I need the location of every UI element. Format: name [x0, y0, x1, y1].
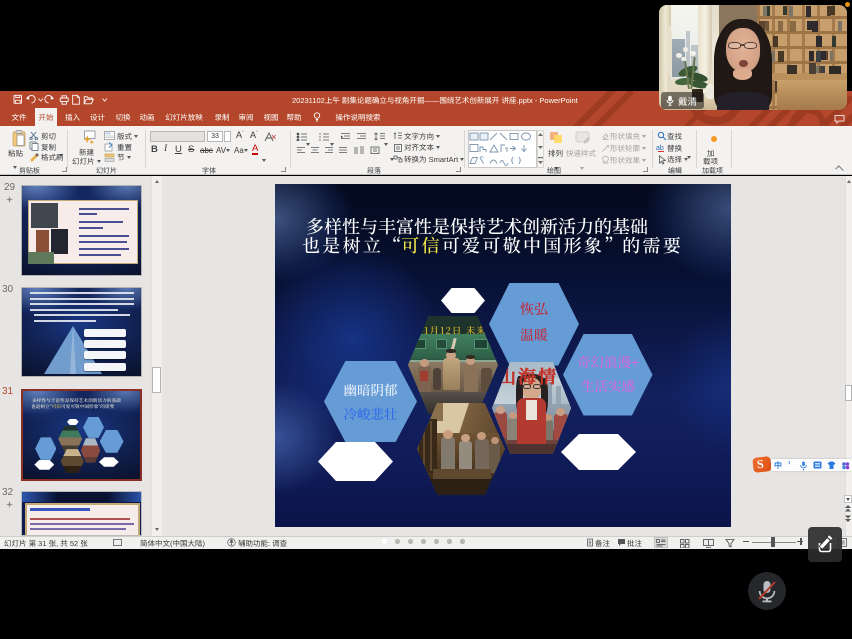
svg-text:ab: ab [656, 145, 664, 152]
